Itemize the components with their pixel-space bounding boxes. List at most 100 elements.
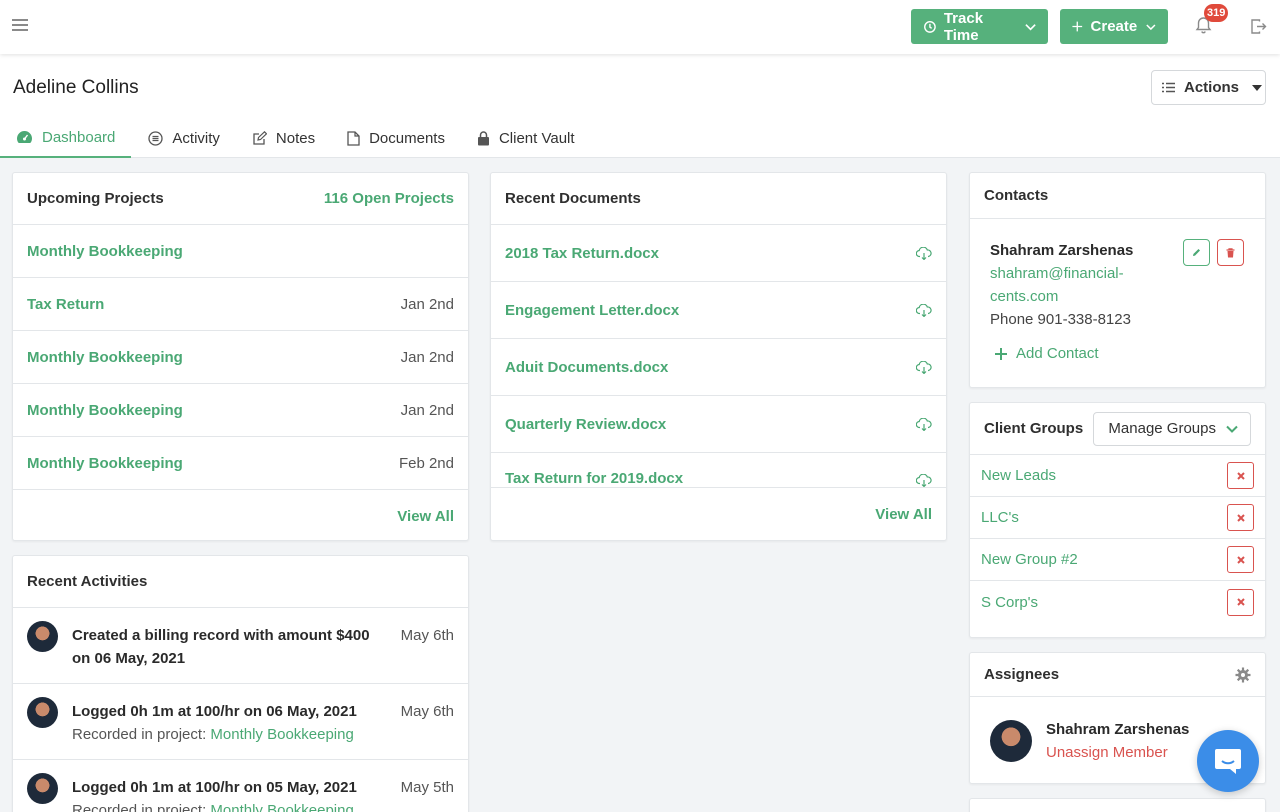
remove-group-button[interactable] [1227,462,1254,489]
remove-group-button[interactable] [1227,546,1254,573]
actions-label: Actions [1184,79,1240,96]
tab-documents[interactable]: Documents [331,118,461,158]
logout-icon[interactable] [1250,18,1267,35]
document-row[interactable]: Quarterly Review.docx [491,396,946,453]
documents-view-all-link[interactable]: View All [875,506,932,523]
tab-activity[interactable]: Activity [131,118,236,158]
chat-icon [1215,749,1241,774]
project-row[interactable]: Monthly Bookkeeping [13,225,468,278]
lock-icon [477,130,489,145]
caret-down-icon [1252,84,1263,91]
cloud-download-icon[interactable] [916,246,932,260]
document-name[interactable]: Tax Return for 2019.docx [505,470,683,487]
edit-contact-button[interactable] [1183,239,1210,266]
activity-list-icon [148,130,164,146]
upcoming-projects-card: Upcoming Projects 116 Open Projects Mont… [12,172,469,541]
contacts-title: Contacts [984,187,1049,204]
cloud-download-icon[interactable] [916,360,932,374]
list-icon [1162,82,1175,93]
group-name-link[interactable]: LLC's [981,509,1019,526]
gear-icon[interactable] [1235,667,1251,683]
project-row[interactable]: Monthly Bookkeeping Jan 2nd [13,331,468,384]
avatar [27,697,58,728]
document-name[interactable]: Aduit Documents.docx [505,359,668,376]
close-icon [1236,555,1245,564]
tab-client-vault[interactable]: Client Vault [461,118,591,158]
notification-count-badge: 319 [1204,4,1229,22]
tab-dashboard[interactable]: Dashboard [0,118,132,158]
project-name[interactable]: Tax Return [27,296,104,313]
group-name-link[interactable]: S Corp's [981,594,1038,611]
open-projects-link[interactable]: 116 Open Projects [324,190,454,207]
project-row[interactable]: Monthly Bookkeeping Jan 2nd [13,384,468,437]
upcoming-projects-title: Upcoming Projects [27,190,164,207]
cloud-download-icon[interactable] [916,474,932,487]
chevron-down-icon [1025,23,1036,30]
pencil-icon [1193,249,1200,256]
project-name[interactable]: Monthly Bookkeeping [27,402,183,419]
chat-button[interactable] [1197,730,1259,792]
group-row: New Group #2 [970,539,1265,581]
stopwatch-icon [924,21,936,33]
avatar [990,720,1032,762]
document-icon [347,130,360,146]
group-name-link[interactable]: New Group #2 [981,551,1078,568]
tab-notes-label: Notes [275,129,316,147]
chevron-down-icon [1226,425,1238,433]
activity-text: Created a billing record with amount $40… [72,627,370,667]
tab-notes[interactable]: Notes [236,118,331,158]
edit-note-icon [253,130,267,145]
projects-view-all-link[interactable]: View All [397,508,454,525]
document-row[interactable]: 2018 Tax Return.docx [491,225,946,282]
next-card [969,798,1266,812]
document-name[interactable]: 2018 Tax Return.docx [505,245,659,262]
cloud-download-icon[interactable] [916,417,932,431]
activity-date: May 6th [400,703,454,720]
unassign-member-link[interactable]: Unassign Member [1046,741,1189,764]
client-groups-title: Client Groups [984,420,1084,437]
project-name[interactable]: Monthly Bookkeeping [27,455,183,472]
document-name[interactable]: Quarterly Review.docx [505,416,666,433]
hamburger-menu-icon[interactable] [12,19,28,31]
tab-client-vault-label: Client Vault [498,129,575,147]
speedometer-icon [17,131,32,143]
activity-project-link[interactable]: Monthly Bookkeeping [210,726,353,743]
contact-email[interactable]: shahram@financial- cents.com [990,262,1245,308]
create-label: Create [1090,18,1138,35]
delete-contact-button[interactable] [1217,239,1244,266]
document-row[interactable]: Tax Return for 2019.docx [491,453,946,487]
plus-icon [995,347,1007,360]
actions-dropdown-button[interactable]: Actions [1151,70,1266,105]
project-date: Jan 2nd [400,295,454,313]
client-header: Adeline Collins Actions Dashboard Activi… [0,54,1280,158]
activity-project-link[interactable]: Monthly Bookkeeping [210,802,353,812]
close-icon [1236,598,1245,606]
document-list[interactable]: 2018 Tax Return.docx Engagement Letter.d… [491,225,946,488]
remove-group-button[interactable] [1227,504,1254,531]
activity-item: Logged 0h 1m at 100/hr on 05 May, 2021 R… [13,760,468,812]
project-row[interactable]: Tax Return Jan 2nd [13,278,468,331]
manage-groups-dropdown[interactable]: Manage Groups [1093,411,1251,446]
group-name-link[interactable]: New Leads [981,467,1056,484]
recent-activities-card: Recent Activities Created a billing reco… [12,555,469,812]
add-contact-button[interactable]: Add Contact [995,345,1245,362]
activity-date: May 6th [400,627,454,644]
track-time-label: Track Time [943,9,984,44]
chevron-down-icon [1146,23,1156,30]
add-contact-label: Add Contact [1016,345,1099,362]
remove-group-button[interactable] [1227,588,1254,616]
track-time-button[interactable]: Track Time [911,9,1048,44]
cloud-download-icon[interactable] [916,303,932,317]
contacts-card: Contacts Shahram Zarshenas shahram@finan… [969,172,1266,388]
project-row[interactable]: Monthly Bookkeeping Feb 2nd [13,437,468,490]
client-groups-card: Client Groups Manage Groups New Leads LL… [969,402,1266,638]
document-row[interactable]: Aduit Documents.docx [491,339,946,396]
plus-icon [1072,21,1083,32]
activity-item: Logged 0h 1m at 100/hr on 06 May, 2021 R… [13,684,468,760]
project-name[interactable]: Monthly Bookkeeping [27,349,183,366]
manage-groups-label: Manage Groups [1108,420,1216,437]
document-row[interactable]: Engagement Letter.docx [491,282,946,339]
document-name[interactable]: Engagement Letter.docx [505,302,679,319]
create-button[interactable]: Create [1060,9,1168,44]
project-name[interactable]: Monthly Bookkeeping [27,243,183,260]
